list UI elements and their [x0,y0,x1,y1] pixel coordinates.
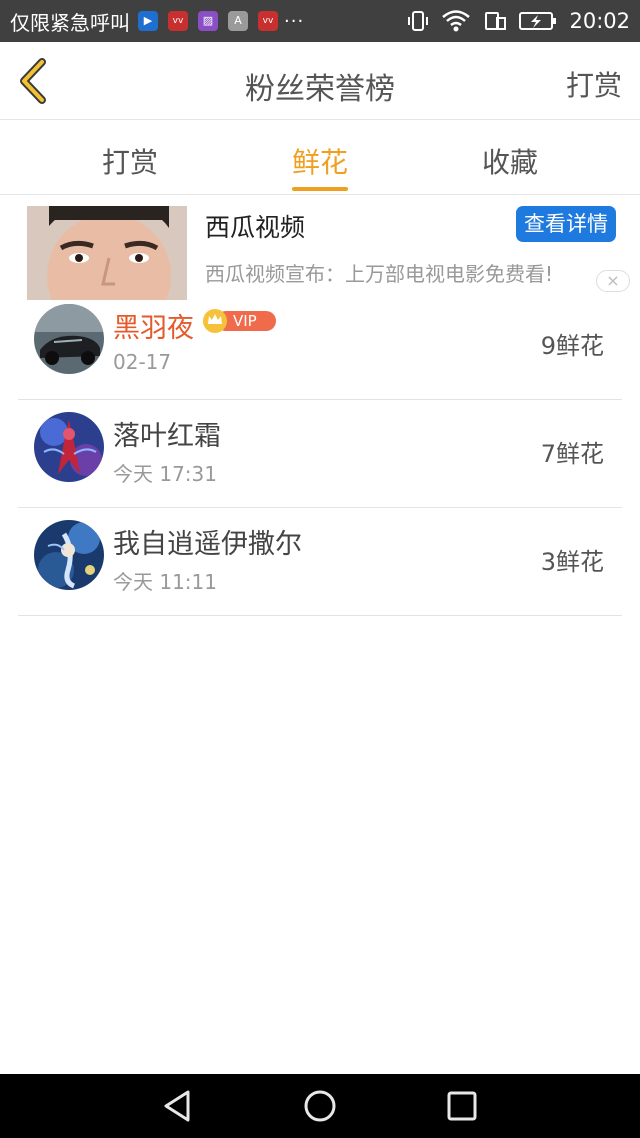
ad-title: 西瓜视频 [205,213,306,242]
fan-name: 我自逍遥伊撒尔 [113,529,302,560]
wifi-icon [442,10,471,32]
battery-charging-icon [519,12,557,30]
back-icon[interactable] [160,1088,196,1124]
fan-date: 今天 11:11 [113,570,217,594]
active-tab-indicator [292,187,348,191]
avatar [34,304,104,374]
vip-label: VIP [233,312,257,330]
flower-count: 7鲜花 [540,440,604,468]
recent-apps-icon[interactable] [444,1088,480,1124]
video-app-icon: ▶ [138,11,158,31]
fan-date: 今天 17:31 [113,462,217,486]
gallery-app-icon: ▨ [198,11,218,31]
a-app-icon: A [228,11,248,31]
home-icon[interactable] [302,1088,338,1124]
vivo-app-icon: vv [168,11,188,31]
ad-banner[interactable]: 西瓜视频 查看详情 西瓜视频宣布：上万部电视电影免费看! × [0,196,640,300]
tab-bar: 打赏 鲜花 收藏 [0,121,640,195]
view-details-button[interactable]: 查看详情 [516,206,616,242]
fan-date: 02-17 [113,350,172,374]
tab-favorites[interactable]: 收藏 [482,141,538,181]
vivo-app-icon-2: vv [258,11,278,31]
ad-image [27,206,187,300]
tab-reward[interactable]: 打赏 [102,141,158,181]
ad-close-icon[interactable]: × [596,270,630,292]
reward-button[interactable]: 打赏 [566,64,622,104]
list-item[interactable]: 黑羽夜 VIP 02-17 9鲜花 [18,292,622,400]
vibrate-icon [408,11,429,31]
avatar [34,412,104,482]
status-bar: 仅限紧急呼叫 ▶ vv ▨ A vv ··· 20:02 [0,0,640,42]
tab-flowers[interactable]: 鲜花 [292,141,348,181]
top-app-bar: 粉丝荣誉榜 打赏 [0,42,640,120]
more-notifications-icon: ··· [284,10,305,32]
ad-description: 西瓜视频宣布：上万部电视电影免费看! [205,262,554,286]
vip-badge: VIP [202,308,278,334]
carrier-status-text: 仅限紧急呼叫 [10,10,130,35]
list-item[interactable]: 落叶红霜 今天 17:31 7鲜花 [18,400,622,508]
notification-icons: ▶ vv ▨ A vv [138,11,278,31]
sim-card-icon [485,12,507,30]
system-navigation-bar [0,1074,640,1138]
flower-count: 3鲜花 [540,548,604,576]
flower-count: 9鲜花 [540,332,604,360]
fan-name: 黑羽夜 [113,313,194,344]
avatar [34,520,104,590]
page-title: 粉丝荣誉榜 [245,72,395,107]
clock: 20:02 [569,9,630,33]
fan-name: 落叶红霜 [113,421,221,452]
list-item[interactable]: 我自逍遥伊撒尔 今天 11:11 3鲜花 [18,508,622,616]
